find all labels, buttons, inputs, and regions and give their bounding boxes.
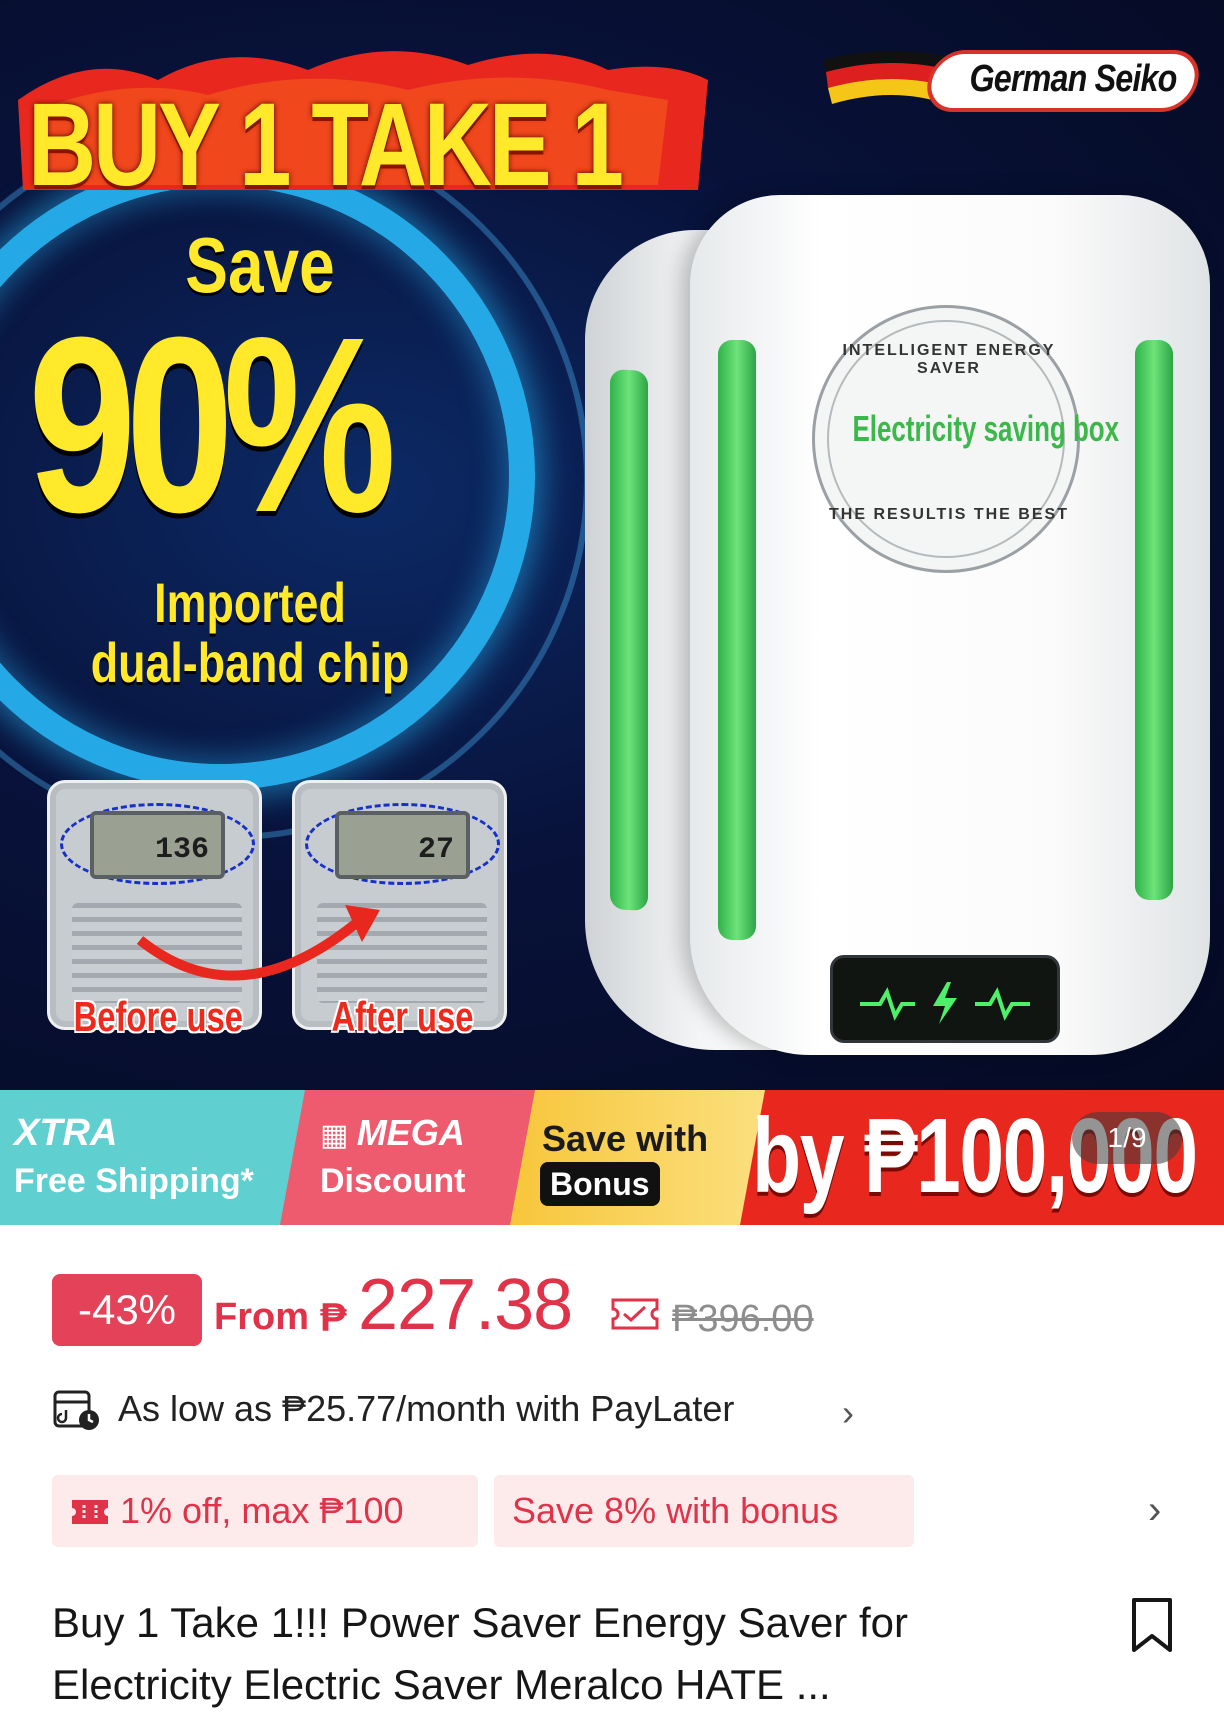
device-green-strip [718,340,756,940]
chip-line-1: Imported [154,571,346,634]
bookmark-icon[interactable] [1128,1596,1176,1654]
seal-top-text: INTELLIGENT ENERGY SAVER [842,342,1056,377]
coupon-tag-label: 1% off, max ₱100 [120,1490,404,1531]
bonus-chip: Bonus [540,1162,660,1206]
voucher-icon[interactable] [610,1294,660,1334]
bonus-title: Save with [542,1118,709,1159]
price-row: -43% From ₱ 227.38 ₱396.00 [52,1265,1172,1352]
price-value: 227.38 [358,1265,573,1345]
mega-icon: ▦ [320,1119,357,1152]
curved-arrow-icon [136,905,380,981]
image-counter: 1/9 [1072,1112,1182,1164]
coupon-tag[interactable]: 1% off, max ₱100 [52,1475,478,1547]
device-seal: INTELLIGENT ENERGY SAVER Electricity sav… [812,305,1120,573]
seal-bottom-text: THE RESULTIS THE BEST [829,506,1069,523]
meter-reading-before: 136 [90,811,225,879]
seal-center-text: Electricity saving box [852,408,1120,449]
mega-segment [280,1090,540,1225]
paylater-row[interactable]: As low as ₱25.77/month with PayLater › [52,1380,952,1440]
chevron-right-icon[interactable]: › [1148,1488,1161,1533]
headline-banner: BUY 1 TAKE 1 [8,40,708,210]
device-green-strip [1135,340,1173,900]
original-price: ₱396.00 [672,1298,814,1340]
promo-strip[interactable]: XTRA Free Shipping* ▦ MEGA Discount Save… [0,1090,1224,1225]
device-display [830,955,1060,1043]
price-currency: ₱ [320,1296,347,1340]
coupon-icon [72,1500,108,1524]
paylater-text: As low as ₱25.77/month with PayLater [118,1388,735,1429]
from-label: From [214,1296,309,1338]
discount-badge: -43% [52,1274,202,1346]
mega-subtitle: Discount [320,1162,466,1200]
bonus-tag[interactable]: Save 8% with bonus [494,1475,914,1547]
chevron-right-icon[interactable]: › [842,1392,854,1434]
chip-line-2: dual-band chip [90,631,410,694]
mega-title-label: MEGA [356,1112,465,1153]
device-green-strip [610,369,648,911]
product-title: Buy 1 Take 1!!! Power Saver Energy Saver… [52,1599,908,1708]
headline-text: BUY 1 TAKE 1 [28,79,624,211]
xtra-title: XTRA [14,1112,118,1154]
paylater-icon [53,1390,99,1430]
meter-reading-after: 27 [335,811,470,879]
xtra-segment [0,1090,310,1225]
product-image-carousel[interactable]: BUY 1 TAKE 1 German Seiko Save 90% Impor… [0,0,1224,1090]
save-percent: 90% [28,285,396,564]
mega-title: ▦ MEGA [320,1112,465,1154]
brand-badge: German Seiko [818,42,1208,116]
brand-name: German Seiko [969,58,1177,100]
pulse-bolt-icon [860,982,1030,1025]
xtra-subtitle: Free Shipping* [14,1162,254,1200]
